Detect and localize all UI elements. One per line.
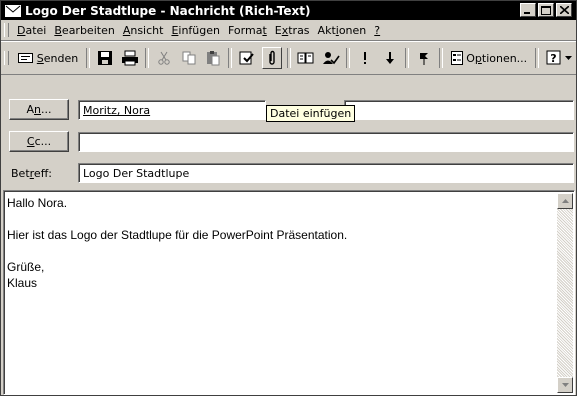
importance-low-button[interactable] xyxy=(380,47,400,69)
toolbar-separator xyxy=(287,48,292,68)
to-button[interactable]: An... xyxy=(9,99,69,120)
arrow-down-icon xyxy=(561,383,569,387)
maximize-icon xyxy=(541,5,551,15)
save-icon xyxy=(98,51,113,65)
chevron-down-icon xyxy=(565,56,573,60)
vertical-scrollbar[interactable] xyxy=(557,193,573,393)
title-bar[interactable]: Logo Der Stadtlupe - Nachricht (Rich-Tex… xyxy=(1,1,576,20)
insert-file-button[interactable] xyxy=(261,47,283,69)
menu-grip[interactable] xyxy=(4,23,9,37)
options-button[interactable]: Optionen... xyxy=(448,47,530,69)
body-line: Hallo Nora. xyxy=(7,196,68,210)
toolbar-separator xyxy=(145,48,149,68)
help-button[interactable]: ? xyxy=(544,47,574,69)
menu-item[interactable]: Einfügen xyxy=(167,24,224,37)
toolbar-grip[interactable] xyxy=(4,51,9,65)
body-line: Klaus xyxy=(7,276,38,290)
paperclip-icon xyxy=(269,50,275,65)
minimize-icon xyxy=(524,12,530,14)
close-icon xyxy=(559,6,569,14)
toolbar-separator xyxy=(86,48,91,68)
help-icon: ? xyxy=(546,50,561,65)
toolbar-separator xyxy=(439,48,444,68)
arrow-up-icon xyxy=(561,199,569,203)
body-line: Hier ist das Logo der Stadtlupe für die … xyxy=(7,228,348,242)
menu-item[interactable]: Datei xyxy=(13,24,50,37)
toolbar-separator xyxy=(346,48,351,68)
address-book-open-button[interactable] xyxy=(296,47,316,69)
menu-item[interactable]: Ansicht xyxy=(119,24,168,37)
send-icon xyxy=(17,53,33,63)
tooltip: Datei einfügen xyxy=(266,105,356,122)
address-book-icon xyxy=(297,52,314,64)
subject-label: Betreff: xyxy=(11,167,52,180)
menu-item[interactable]: Bearbeiten xyxy=(50,24,118,37)
subject-field[interactable]: Logo Der Stadtlupe xyxy=(78,163,574,183)
message-text[interactable]: Hallo Nora. Hier ist das Logo der Stadtl… xyxy=(7,195,557,291)
svg-text:?: ? xyxy=(550,52,556,65)
cc-field[interactable] xyxy=(78,132,574,152)
save-button[interactable] xyxy=(95,47,115,69)
body-line: Grüße, xyxy=(7,260,45,274)
scroll-down-button[interactable] xyxy=(557,377,573,393)
minimize-button[interactable] xyxy=(520,3,536,17)
cc-button[interactable]: Cc... xyxy=(9,131,69,152)
paste-icon xyxy=(207,51,220,66)
copy-button[interactable] xyxy=(178,47,198,69)
to-field-extension[interactable] xyxy=(344,100,574,120)
scroll-up-button[interactable] xyxy=(557,193,573,209)
importance-high-button[interactable] xyxy=(355,47,375,69)
scissors-icon xyxy=(158,51,170,65)
send-label: Senden xyxy=(36,51,79,65)
message-window: Logo Der Stadtlupe - Nachricht (Rich-Tex… xyxy=(0,0,577,396)
menu-item[interactable]: Format xyxy=(224,24,271,37)
address-check-icon xyxy=(239,51,255,65)
printer-icon xyxy=(121,50,138,66)
arrow-down-icon xyxy=(385,52,394,64)
menu-bar: Datei Bearbeiten Ansicht Einfügen Format Extr… xyxy=(1,20,576,41)
maximize-button[interactable] xyxy=(538,3,554,17)
toolbar: Senden Optionen... ? xyxy=(1,41,576,75)
options-label: Optionen... xyxy=(466,51,528,65)
exclamation-icon xyxy=(364,52,367,64)
to-field[interactable]: Moritz, Nora xyxy=(78,100,266,120)
flag-button[interactable] xyxy=(414,47,434,69)
options-icon xyxy=(451,51,464,65)
paste-button[interactable] xyxy=(203,47,223,69)
check-names-icon xyxy=(322,52,340,65)
print-button[interactable] xyxy=(120,47,140,69)
address-book-button[interactable] xyxy=(237,47,257,69)
copy-icon xyxy=(182,51,196,65)
toolbar-separator xyxy=(405,48,409,68)
window-title: Logo Der Stadtlupe - Nachricht (Rich-Tex… xyxy=(25,3,311,18)
check-names-button[interactable] xyxy=(321,47,341,69)
body-line xyxy=(7,211,557,227)
envelope-icon xyxy=(5,4,21,17)
flag-icon xyxy=(420,53,429,65)
send-button[interactable]: Senden xyxy=(15,47,81,69)
cut-button[interactable] xyxy=(154,47,174,69)
menu-item[interactable]: Aktionen xyxy=(314,24,371,37)
message-body[interactable]: Hallo Nora. Hier ist das Logo der Stadtl… xyxy=(3,190,575,395)
body-line xyxy=(7,243,557,259)
message-header: An... Moritz, Nora Datei einfügen Cc... … xyxy=(1,74,576,192)
menu-item[interactable]: ? xyxy=(370,24,384,37)
close-button[interactable] xyxy=(556,3,572,17)
menu-item[interactable]: Extras xyxy=(271,24,314,37)
toolbar-separator xyxy=(228,48,233,68)
toolbar-separator xyxy=(535,48,540,68)
